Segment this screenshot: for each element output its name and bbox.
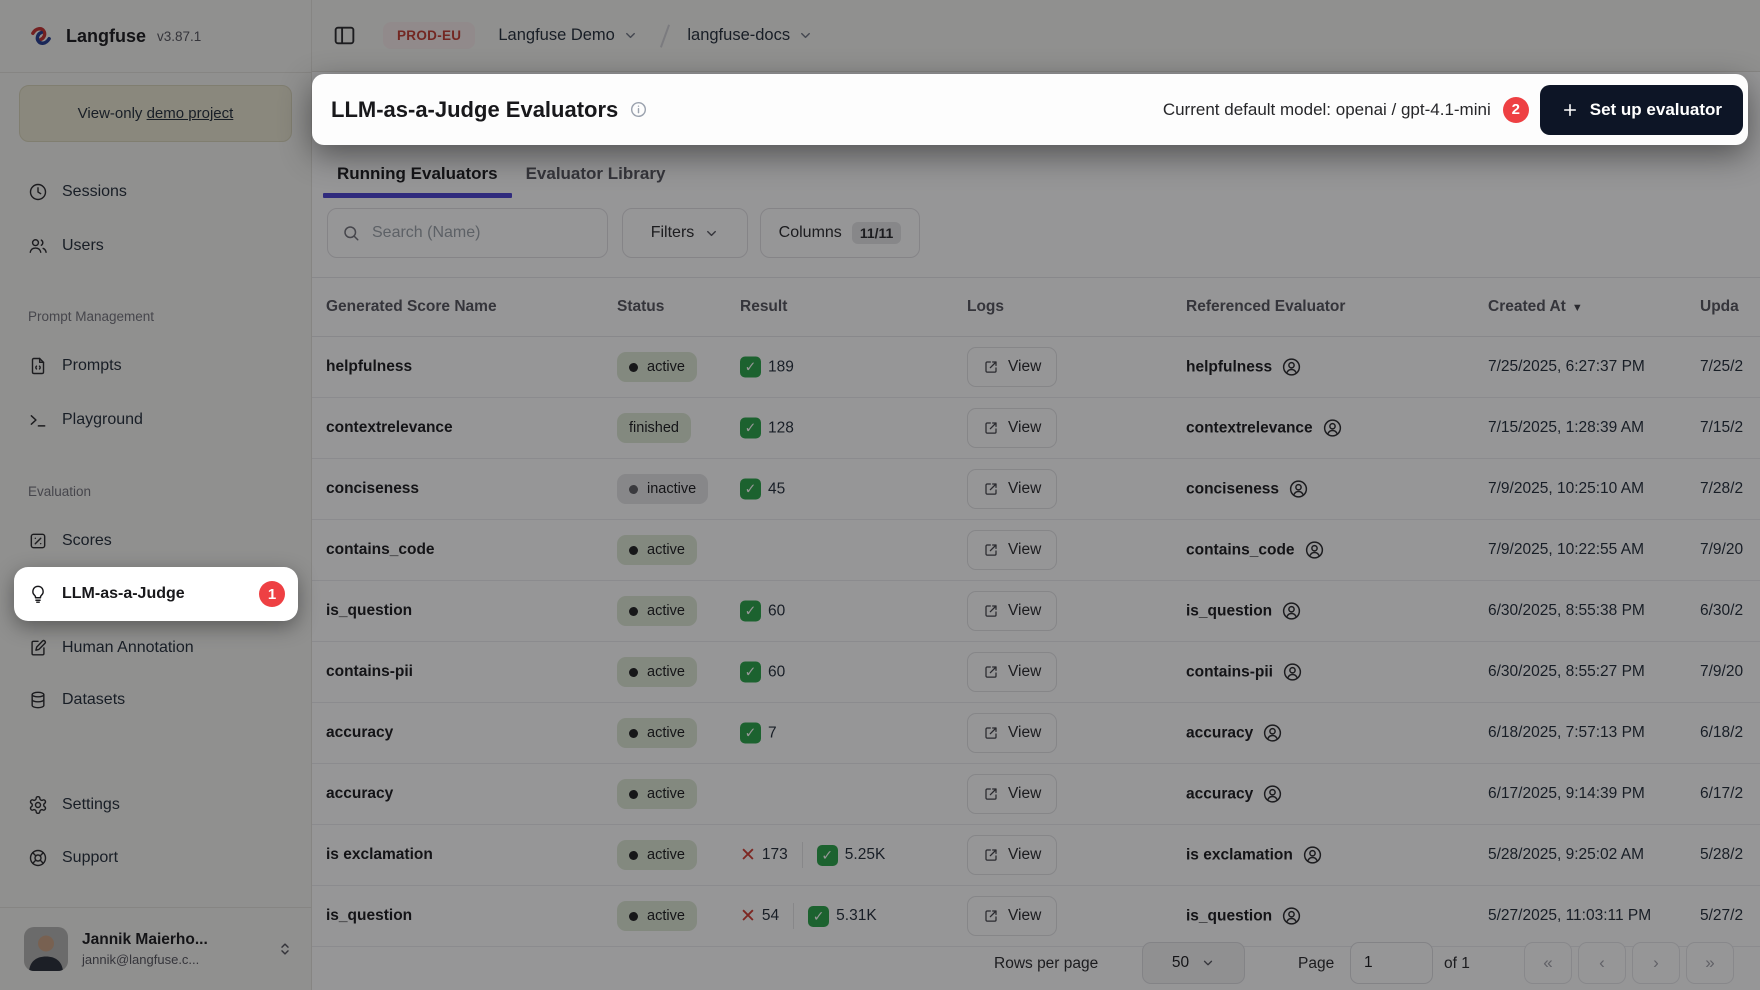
dim-overlay <box>0 0 1760 990</box>
sidebar-item-label: LLM-as-a-Judge <box>62 585 185 603</box>
lightbulb-icon <box>28 584 48 604</box>
step-2-badge: 2 <box>1503 97 1529 123</box>
page-title: LLM-as-a-Judge Evaluators <box>331 97 618 123</box>
step-1-badge: 1 <box>259 581 285 607</box>
setup-evaluator-button[interactable]: Set up evaluator <box>1540 85 1743 135</box>
plus-icon <box>1561 101 1579 119</box>
page-header: LLM-as-a-Judge Evaluators Current defaul… <box>312 74 1748 145</box>
default-model-note: Current default model: openai / gpt-4.1-… <box>1163 100 1491 120</box>
sidebar-item-llm-as-a-judge[interactable]: LLM-as-a-Judge 1 <box>14 567 298 621</box>
info-icon[interactable] <box>629 100 648 119</box>
app-root: Langfuse v3.87.1 View-only demo project … <box>0 0 1760 990</box>
